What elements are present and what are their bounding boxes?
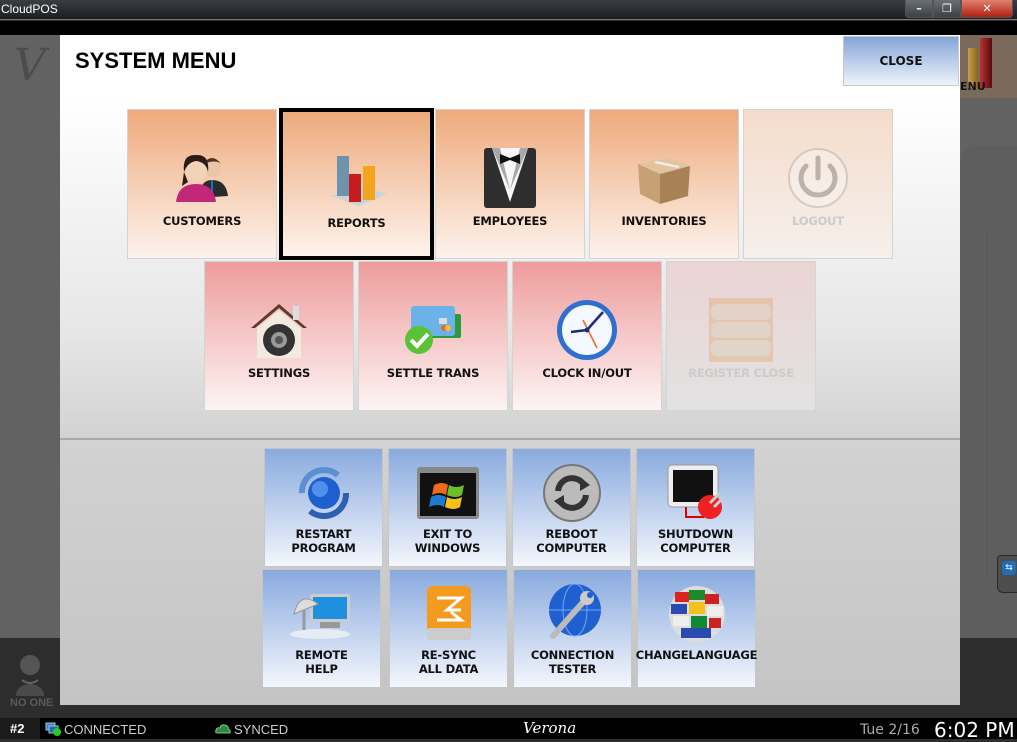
window-title: CloudPOS (1, 2, 58, 16)
tile-re-sync-all-data[interactable]: RE-SYNC ALL DATA (389, 569, 508, 688)
tile-label: EMPLOYEES (472, 214, 548, 228)
tile-clock-in-out[interactable]: CLOCK IN/OUT (512, 261, 662, 411)
tile-label-line: RESTART (295, 527, 352, 541)
window-titlebar: CloudPOS – ❐ ✕ (0, 0, 1017, 20)
system-actions-area (60, 440, 960, 705)
store-name: Verona (523, 719, 577, 737)
monitor-unplug-icon (667, 464, 725, 519)
tuxedo-icon (484, 148, 536, 208)
station-number: #2 (0, 718, 40, 739)
tile-label-line: HELP (305, 662, 338, 676)
tile-shutdown-computer[interactable]: SHUTDOWN COMPUTER (636, 448, 755, 567)
tile-label-line: CONNECTION (530, 648, 615, 662)
tile-inventories[interactable]: INVENTORIES (589, 109, 739, 259)
time-display: 6:02 PM (934, 718, 1015, 742)
power-icon (788, 148, 848, 208)
tile-label-line: SHUTDOWN (657, 527, 734, 541)
tile-label: INVENTORIES (621, 214, 707, 228)
app-logo: V (14, 40, 46, 91)
tile-label-line: REBOOT (545, 527, 598, 541)
tile-change-language[interactable]: CHANGELANGUAGE (635, 569, 758, 688)
background-menu-label: ENU (960, 80, 986, 93)
remote-help-icon (289, 594, 350, 639)
bar-chart-icon (330, 156, 387, 206)
tile-exit-to-windows[interactable]: EXIT TO WINDOWS (388, 448, 507, 567)
tile-register-close: REGISTER CLOSE (666, 261, 816, 411)
connection-status: CONNECTED (64, 722, 147, 737)
cloud-sync-icon (215, 724, 231, 734)
user-avatar-icon (16, 655, 44, 696)
tile-label-line: COMPUTER (536, 541, 607, 555)
tile-reboot-computer[interactable]: REBOOT COMPUTER (512, 448, 631, 567)
tile-remote-help[interactable]: REMOTE HELP (262, 569, 381, 688)
reboot-icon (542, 464, 601, 522)
tile-label-line: TESTER (548, 662, 597, 676)
tile-label: SETTLE TRANS (386, 366, 480, 380)
clock-icon (557, 300, 617, 360)
dialog-title: SYSTEM MENU (75, 48, 237, 73)
globe-wrench-icon (548, 584, 601, 639)
tile-label-line: ALL DATA (418, 662, 479, 676)
flags-globe-icon (668, 586, 725, 642)
tile-label-line: EXIT TO (422, 527, 473, 541)
gear-house-icon (251, 304, 307, 358)
tile-reports[interactable]: REPORTS (279, 108, 434, 260)
network-connected-icon (45, 722, 61, 736)
tile-label-line: PROGRAM (291, 541, 356, 555)
restart-globe-icon (298, 466, 349, 520)
tile-restart-program[interactable]: RESTART PROGRAM (264, 448, 383, 567)
sync-status: SYNCED (234, 722, 289, 737)
tile-customers[interactable]: CUSTOMERS (127, 109, 277, 259)
user-name: NO ONE (10, 697, 54, 709)
tile-label: REPORTS (327, 216, 386, 230)
teamviewer-icon[interactable]: ⇆ (997, 555, 1017, 593)
credit-card-check-icon (405, 306, 461, 354)
tile-label-line: REMOTE (295, 648, 348, 662)
window-controls: – ❐ ✕ (905, 0, 1013, 18)
tile-settle-trans[interactable]: SETTLE TRANS (358, 261, 508, 411)
status-bar: #2 CONNECTED SYNCED Verona Tue 2/16 6:02… (0, 718, 1017, 742)
tile-label: SETTINGS (247, 366, 311, 380)
tile-label: CLOCK IN/OUT (542, 366, 632, 380)
system-menu-dialog: SYSTEM MENU CLOSE CUSTOMERS REPORTS EMPL… (60, 35, 960, 705)
header-strip (0, 21, 1017, 35)
background-right-inner (960, 230, 988, 575)
tile-label: REGISTER CLOSE (688, 366, 794, 380)
tile-label: LOGOUT (792, 214, 844, 228)
windows-icon (416, 467, 479, 519)
minimize-button[interactable]: – (905, 0, 933, 18)
date-display: Tue 2/16 (860, 722, 920, 738)
tile-label-line: WINDOWS (414, 541, 481, 555)
close-button[interactable]: CLOSE (843, 36, 959, 86)
tile-label: CUSTOMERS (162, 214, 242, 228)
window-close-button[interactable]: ✕ (961, 0, 1013, 18)
tile-label-line: RE-SYNC (421, 648, 476, 662)
tile-employees[interactable]: EMPLOYEES (435, 109, 585, 259)
customers-icon (176, 154, 228, 202)
tile-label-line: COMPUTER (660, 541, 731, 555)
tile-logout: LOGOUT (743, 109, 893, 259)
restore-button[interactable]: ❐ (933, 0, 961, 18)
tile-settings[interactable]: SETTINGS (204, 261, 354, 411)
coin-rolls-icon (709, 298, 773, 362)
background-menu-tile: ENU (960, 35, 1017, 98)
user-panel[interactable]: NO ONE (0, 638, 60, 718)
box-icon (638, 158, 690, 204)
sync-drive-icon (426, 586, 471, 640)
tile-label-line: CHANGELANGUAGE (635, 648, 758, 662)
tile-connection-tester[interactable]: CONNECTION TESTER (513, 569, 632, 688)
